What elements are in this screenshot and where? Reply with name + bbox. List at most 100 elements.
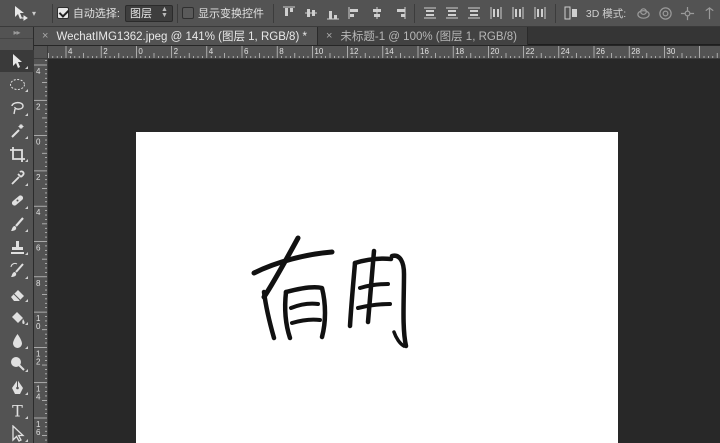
crop-tool-button[interactable] — [0, 143, 34, 165]
blur-tool-button[interactable] — [0, 330, 34, 352]
move-tool-button[interactable] — [0, 50, 34, 72]
canvas-workspace[interactable] — [48, 59, 720, 443]
more-tools-indicator-icon — [25, 345, 28, 349]
magic-wand-tool-button[interactable] — [0, 120, 34, 142]
distribute-top-button[interactable] — [419, 0, 441, 27]
distribute-horizontal-center-icon — [512, 7, 524, 19]
svg-text:T: T — [12, 402, 23, 419]
tool-preset-picker[interactable]: ▾ — [0, 0, 48, 27]
show-transform-label: 显示变换控件 — [197, 8, 264, 20]
ruler-label: 2 — [36, 173, 41, 182]
ruler-label: 8 — [36, 279, 41, 288]
crop-tool-icon — [9, 146, 25, 162]
more-tools-indicator-icon — [25, 89, 28, 93]
pen-tool-button[interactable] — [0, 376, 34, 398]
healing-brush-tool-icon — [11, 195, 23, 206]
ruler-label: 0 — [138, 47, 143, 56]
separator — [413, 3, 415, 23]
distribute-vertical-center-button[interactable] — [441, 0, 463, 27]
align-bottom-button[interactable] — [322, 0, 344, 27]
document-canvas[interactable] — [136, 132, 618, 443]
handwritten-ink-strokes — [251, 235, 409, 349]
more-tools-indicator-icon — [25, 275, 28, 279]
horizontal-ruler-scale: 4 2 0 2 4 6 8 10 12 14 16 18 20 22 24 26 28 30 — [48, 46, 718, 58]
auto-select-checkbox[interactable] — [56, 7, 69, 19]
align-left-button[interactable] — [344, 0, 366, 27]
mode-3d-label: 3D 模式: — [585, 7, 627, 20]
dodge-tool-icon — [10, 357, 25, 372]
marquee-tool-button[interactable] — [0, 73, 34, 95]
show-transform-option[interactable]: 显示变换控件 — [181, 0, 269, 27]
align-vertical-center-icon — [304, 9, 317, 17]
ruler-label: 4 — [209, 47, 214, 56]
ruler-label: 28 — [631, 47, 640, 56]
eraser-tool-icon — [10, 289, 24, 301]
distribute-bottom-button[interactable] — [463, 0, 485, 27]
type-tool-button[interactable]: T — [0, 400, 34, 422]
distribute-left-icon — [490, 7, 502, 19]
more-tools-indicator-icon — [25, 229, 28, 233]
auto-select-label: 自动选择: — [72, 8, 120, 20]
document-tab-title: 未标题-1 @ 100% (图层 1, RGB/8) — [340, 31, 517, 43]
dodge-tool-button[interactable] — [0, 353, 34, 375]
eyedropper-tool-button[interactable] — [0, 167, 34, 189]
history-brush-tool-button[interactable] — [0, 260, 34, 282]
ruler-label: 12 — [350, 47, 359, 56]
ruler-label: 2 — [103, 47, 108, 56]
vertical-ruler-scale: 420246810121416 — [34, 60, 47, 441]
ruler-label: 4 — [36, 393, 41, 402]
ruler-origin-corner[interactable] — [34, 46, 48, 59]
slide-3d-icon — [704, 6, 714, 19]
lasso-tool-button[interactable] — [0, 97, 34, 119]
align-right-button[interactable] — [388, 0, 410, 27]
close-tab-icon[interactable]: × — [326, 30, 332, 42]
orbit-3d-button[interactable] — [632, 0, 654, 27]
more-tools-indicator-icon — [25, 205, 28, 209]
distribute-left-button[interactable] — [485, 0, 507, 27]
align-horizontal-center-button[interactable] — [366, 0, 388, 27]
document-tab-active[interactable]: × WechatIMG1362.jpeg @ 141% (图层 1, RGB/8… — [34, 27, 318, 45]
ruler-label: 2 — [174, 47, 179, 56]
paint-bucket-tool-button[interactable] — [0, 306, 34, 328]
close-tab-icon[interactable]: × — [42, 30, 48, 42]
tools-panel: ▸▸ T — [0, 27, 34, 443]
brush-tool-button[interactable] — [0, 213, 34, 235]
ruler-label: 2 — [36, 102, 41, 111]
auto-align-icon — [564, 6, 577, 20]
horizontal-ruler[interactable]: 4 2 0 2 4 6 8 10 12 14 16 18 20 22 24 26 28 30 — [48, 46, 720, 59]
more-tools-indicator-icon — [25, 392, 28, 396]
path-selection-tool-button[interactable] — [0, 423, 34, 443]
document-tab-title: WechatIMG1362.jpeg @ 141% (图层 1, RGB/8) … — [56, 31, 307, 43]
clone-stamp-tool-button[interactable] — [0, 236, 34, 258]
paint-bucket-tool-icon — [11, 311, 25, 324]
move-tool-icon — [12, 53, 22, 68]
vertical-ruler[interactable]: 420246810121416 — [34, 59, 48, 443]
roll-3d-icon — [658, 6, 672, 20]
eraser-tool-button[interactable] — [0, 283, 34, 305]
healing-brush-tool-button[interactable] — [0, 190, 34, 212]
slide-3d-button[interactable] — [698, 0, 720, 27]
distribute-right-button[interactable] — [529, 0, 551, 27]
more-tools-indicator-icon — [25, 159, 28, 163]
pan-3d-button[interactable] — [676, 0, 698, 27]
panel-collapse-icon[interactable]: ▸▸ — [0, 27, 33, 39]
separator — [554, 3, 556, 23]
auto-select-target-dropdown[interactable]: 图层 ▲ ▼ — [124, 4, 173, 22]
auto-select-option[interactable]: 自动选择: 图层 ▲ ▼ — [56, 0, 173, 27]
separator — [176, 3, 178, 23]
align-buttons — [278, 0, 410, 27]
distribute-horizontal-center-button[interactable] — [507, 0, 529, 27]
ruler-label: 6 — [244, 47, 249, 56]
show-transform-checkbox[interactable] — [181, 7, 194, 19]
align-top-button[interactable] — [278, 0, 300, 27]
history-brush-tool-icon — [10, 263, 24, 278]
pan-3d-icon — [680, 6, 694, 20]
roll-3d-button[interactable] — [654, 0, 676, 27]
align-vertical-center-button[interactable] — [300, 0, 322, 27]
clone-stamp-tool-icon — [10, 240, 24, 254]
separator — [51, 3, 53, 23]
move-icon — [14, 6, 28, 21]
align-left-icon — [348, 7, 358, 19]
document-tab-inactive[interactable]: × 未标题-1 @ 100% (图层 1, RGB/8) — [317, 27, 528, 45]
auto-align-layers-button[interactable] — [560, 0, 582, 27]
